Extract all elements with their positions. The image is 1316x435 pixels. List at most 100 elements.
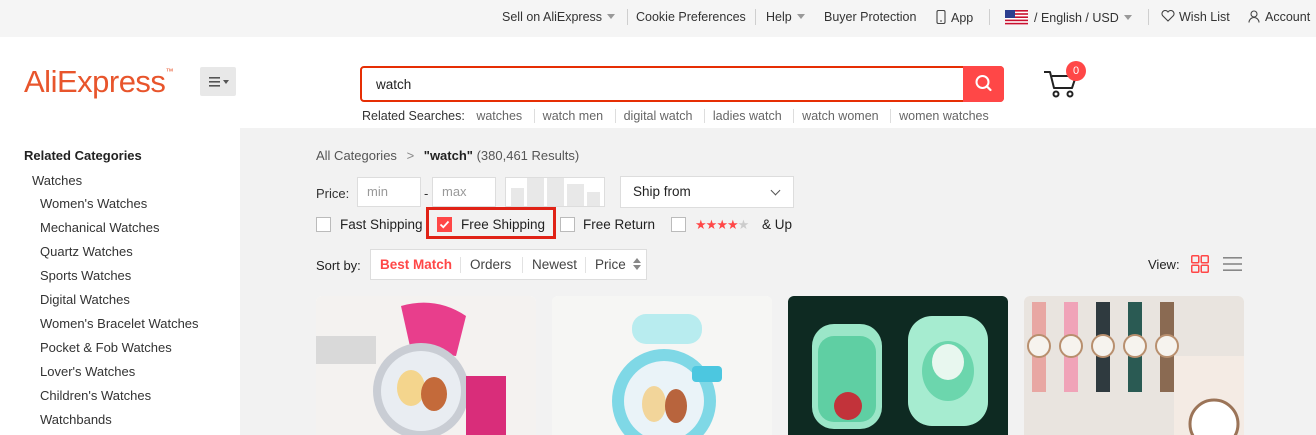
divider (585, 257, 586, 273)
subcategory-link[interactable]: Digital Watches (40, 292, 199, 316)
chevron-down-icon (770, 185, 781, 196)
free-shipping-label[interactable]: Free Shipping (461, 217, 545, 232)
free-return-checkbox[interactable] (560, 217, 575, 232)
breadcrumb-separator: > (406, 148, 415, 163)
divider (522, 257, 523, 273)
fast-shipping-label[interactable]: Fast Shipping (340, 217, 423, 232)
divider (989, 9, 990, 25)
rating-and-up-label: & Up (762, 217, 793, 232)
search-input[interactable] (376, 75, 956, 93)
user-icon (1248, 10, 1260, 23)
caret-down-icon (607, 14, 616, 19)
sort-orders[interactable]: Orders (470, 257, 511, 272)
cart-button[interactable]: 0 (1042, 61, 1086, 100)
price-range-histogram[interactable] (505, 177, 605, 207)
rating-filter-checkbox[interactable] (671, 217, 686, 232)
free-return-label[interactable]: Free Return (583, 217, 655, 232)
product-card[interactable] (1024, 296, 1244, 435)
phone-icon (936, 9, 946, 25)
histogram-bar (546, 178, 564, 206)
breadcrumb-query: "watch" (423, 148, 473, 163)
star-empty-icon: ★ (737, 217, 750, 232)
related-search-link[interactable]: ladies watch (703, 109, 790, 123)
account-link[interactable]: Account (1248, 10, 1310, 24)
related-search-link[interactable]: watch men (533, 109, 612, 123)
divider (460, 257, 461, 273)
subcategory-link[interactable]: Watchbands (40, 412, 199, 435)
us-flag-icon (1005, 10, 1028, 25)
help-menu[interactable]: Help (766, 10, 805, 24)
product-image (552, 296, 772, 435)
product-card[interactable] (316, 296, 536, 435)
product-image (788, 296, 1008, 435)
histogram-bar (566, 184, 584, 206)
fast-shipping-checkbox[interactable] (316, 217, 331, 232)
cookie-preferences-link[interactable]: Cookie Preferences (636, 10, 746, 24)
divider (1148, 9, 1149, 25)
view-label: View: (1148, 257, 1180, 272)
grid-view-icon[interactable] (1191, 255, 1209, 273)
product-card[interactable] (788, 296, 1008, 435)
subcategory-link[interactable]: Sports Watches (40, 268, 199, 292)
list-view-icon[interactable] (1223, 256, 1242, 272)
category-menu-button[interactable] (200, 67, 236, 96)
results-count: (380,461 Results) (476, 148, 580, 163)
sort-best-match[interactable]: Best Match (380, 257, 452, 272)
breadcrumb: All Categories > "watch" (380,461 Result… (316, 148, 579, 163)
divider (755, 9, 756, 25)
product-card[interactable] (552, 296, 772, 435)
heart-icon (1161, 9, 1175, 22)
ship-from-dropdown[interactable]: Ship from (620, 176, 794, 208)
search-button[interactable] (963, 66, 1004, 102)
histogram-bar (526, 178, 544, 206)
sort-price[interactable]: Price (595, 257, 641, 272)
breadcrumb-all-categories[interactable]: All Categories (316, 148, 397, 163)
subcategory-link[interactable]: Women's Watches (40, 196, 199, 220)
search-bar (360, 66, 1004, 102)
related-categories-title: Related Categories (24, 148, 142, 163)
free-shipping-checkbox[interactable] (437, 217, 452, 232)
subcategory-link[interactable]: Women's Bracelet Watches (40, 316, 199, 340)
histogram-bar (510, 188, 524, 206)
subcategory-list: Women's Watches Mechanical Watches Quart… (40, 196, 199, 435)
buyer-protection-link[interactable]: Buyer Protection (824, 10, 916, 24)
histogram-bar (586, 192, 600, 206)
language-currency-selector[interactable]: / English / USD (1005, 10, 1132, 25)
subcategory-link[interactable]: Lover's Watches (40, 364, 199, 388)
subcategory-link[interactable]: Mechanical Watches (40, 220, 199, 244)
sort-arrows-icon (632, 258, 641, 270)
product-image (1024, 296, 1244, 435)
rating-stars: ★★★★★ (695, 217, 750, 233)
divider (627, 9, 628, 25)
related-searches-label: Related Searches: (362, 109, 465, 123)
ship-from-label: Ship from (633, 184, 691, 199)
price-min-input[interactable]: min (357, 177, 421, 207)
category-link-watches[interactable]: Watches (32, 173, 82, 188)
subcategory-link[interactable]: Quartz Watches (40, 244, 199, 268)
related-search-link[interactable]: digital watch (614, 109, 701, 123)
subcategory-link[interactable]: Children's Watches (40, 388, 199, 412)
product-image (316, 296, 536, 435)
price-label: Price: (316, 186, 350, 201)
sell-on-aliexpress-link[interactable]: Sell on AliExpress (502, 10, 616, 24)
sort-newest[interactable]: Newest (532, 257, 577, 272)
top-bar: Sell on AliExpress Cookie Preferences He… (0, 0, 1316, 37)
caret-down-icon (1123, 15, 1132, 20)
related-search-link[interactable]: women watches (890, 109, 997, 123)
sort-options: Best Match Orders Newest Price (370, 249, 647, 280)
search-results-panel: All Categories > "watch" (380,461 Result… (240, 128, 1316, 435)
related-searches: Related Searches: watches watch men digi… (362, 109, 997, 123)
cart-count-badge: 0 (1066, 61, 1086, 81)
subcategory-link[interactable]: Pocket & Fob Watches (40, 340, 199, 364)
star-filled-icon: ★ (716, 217, 728, 232)
wish-list-link[interactable]: Wish List (1161, 9, 1230, 24)
checkmark-icon (439, 220, 450, 229)
related-search-link[interactable]: watch women (793, 109, 887, 123)
star-filled-icon: ★ (705, 217, 718, 232)
price-max-input[interactable]: max (432, 177, 496, 207)
app-link[interactable]: App (936, 9, 973, 25)
aliexpress-logo[interactable]: AliExpress™ (24, 64, 173, 100)
star-filled-icon: ★ (695, 217, 707, 232)
related-search-link[interactable]: watches (476, 109, 530, 123)
related-categories-sidebar: Related Categories Watches Women's Watch… (0, 128, 240, 435)
